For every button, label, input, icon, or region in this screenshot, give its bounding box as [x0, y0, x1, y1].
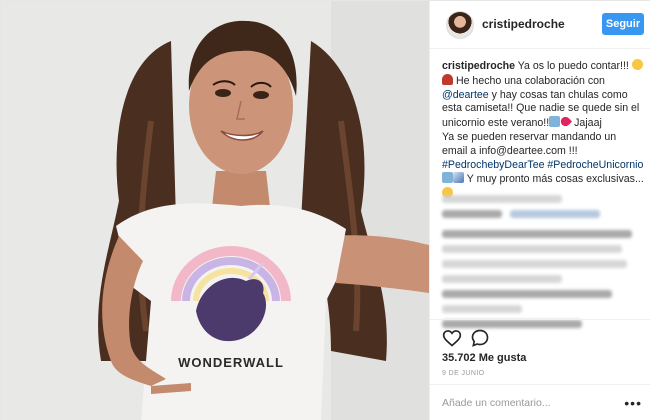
follow-button[interactable]: Seguir	[602, 13, 644, 35]
instagram-post: WONDERWALL cristipedroche Seguir cristip…	[0, 0, 650, 420]
blurred-comment-text	[442, 245, 622, 253]
post-caption: cristipedroche Ya os lo puedo contar!!! …	[442, 59, 644, 202]
shirt-print-text: WONDERWALL	[178, 355, 284, 370]
heart-icon[interactable]	[442, 328, 462, 348]
username-link[interactable]: cristipedroche	[482, 17, 565, 31]
blurred-comment-user	[442, 210, 502, 218]
caption-text-4: Jajaaj	[571, 117, 602, 130]
more-options-icon[interactable]: •••	[624, 395, 642, 411]
smile-emoji-icon	[631, 59, 643, 70]
mention-link[interactable]: @deartee	[442, 89, 489, 101]
comment-input[interactable]	[442, 395, 622, 411]
post-photo[interactable]: WONDERWALL	[1, 1, 429, 420]
blurred-comment-text	[442, 290, 612, 298]
blurred-comment-text	[442, 305, 522, 313]
avatar[interactable]	[446, 11, 474, 39]
post-side-panel: cristipedroche Seguir cristipedroche Ya …	[429, 1, 650, 420]
post-header: cristipedroche Seguir	[430, 1, 650, 49]
caption-text-1: Ya os lo puedo contar!!!	[515, 60, 629, 72]
dancer-emoji-icon	[442, 73, 453, 85]
blurred-comment-text	[442, 260, 627, 268]
hashtags-link[interactable]: #PedrochebyDearTee #PedrocheUnicornio	[442, 159, 643, 171]
caption-text-2: He hecho una colaboración con	[453, 74, 605, 87]
comment-icon[interactable]	[470, 328, 490, 348]
post-date[interactable]: 9 DE JUNIO	[442, 370, 485, 377]
blurred-comment-text	[442, 275, 562, 283]
photo-illustration: WONDERWALL	[1, 1, 429, 420]
blurred-load-more	[442, 195, 562, 203]
unicorn-emoji-icon	[549, 116, 561, 128]
caption-text-5: Ya se pueden reservar mandando un email …	[442, 130, 617, 157]
post-actions: 35.702 Me gusta 9 DE JUNIO •••	[430, 319, 650, 420]
blurred-comment-text	[510, 210, 601, 218]
blurred-comment-text	[442, 230, 632, 238]
add-comment-bar: •••	[430, 384, 650, 420]
rocket-emoji-icon	[453, 172, 464, 184]
caption-text-6: Y muy pronto más cosas exclusivas...	[464, 173, 644, 186]
caption-author-link[interactable]: cristipedroche	[442, 60, 515, 72]
likes-count[interactable]: 35.702 Me gusta	[442, 352, 526, 364]
blurred-comments	[442, 195, 644, 335]
unicorn-emoji-icon	[442, 172, 453, 184]
